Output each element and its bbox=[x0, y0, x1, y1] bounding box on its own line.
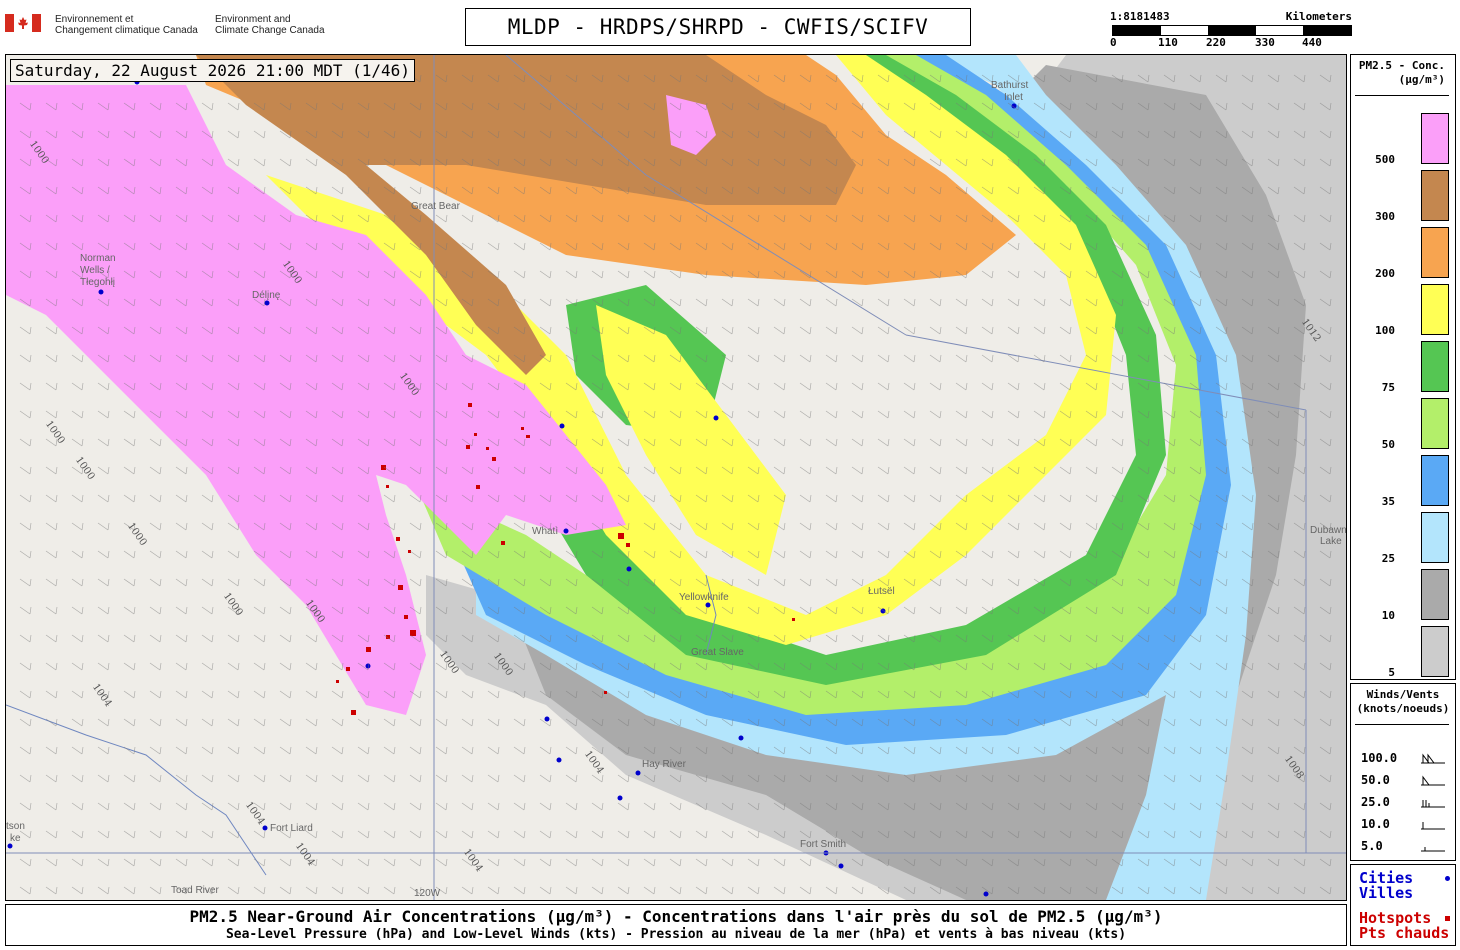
place-label: Toad River bbox=[171, 885, 219, 896]
winds-title: Winds/Vents (knots/noeuds) bbox=[1351, 688, 1455, 716]
legend-value-label: 25 bbox=[1381, 552, 1395, 565]
legend-swatch bbox=[1421, 170, 1449, 221]
legend-swatch bbox=[1421, 398, 1449, 449]
legend-title-line2: (μg/m³) bbox=[1398, 73, 1445, 86]
scale-tick: 330 bbox=[1255, 36, 1275, 49]
place-label: Łutsël bbox=[868, 586, 895, 597]
gov-fr-line1: Environnement et bbox=[55, 14, 134, 25]
winds-legend: Winds/Vents (knots/noeuds) 100.0 50.0 25… bbox=[1350, 683, 1456, 861]
gov-wordmark-en: Environment and Climate Change Canada bbox=[215, 14, 325, 36]
wind-barb-25-icon bbox=[1421, 800, 1445, 808]
place-label: Yellowknife bbox=[679, 592, 729, 603]
legend-swatch bbox=[1421, 227, 1449, 278]
hotspot-square-icon bbox=[1445, 916, 1450, 921]
wind-speed-label: 10.0 bbox=[1361, 817, 1390, 831]
wind-speed-label: 25.0 bbox=[1361, 795, 1390, 809]
place-label: Tłegohłį bbox=[80, 277, 116, 288]
legend-value-label: 5 bbox=[1388, 666, 1395, 679]
legend-swatch bbox=[1421, 455, 1449, 506]
gov-en-line1: Environment and bbox=[215, 14, 291, 25]
place-label: Lake bbox=[1320, 536, 1342, 547]
scale-bar bbox=[1112, 25, 1352, 36]
legend-swatch bbox=[1421, 512, 1449, 563]
legend-divider bbox=[1355, 95, 1449, 96]
gov-en-line2: Climate Change Canada bbox=[215, 25, 325, 36]
wind-barb-10-icon bbox=[1421, 822, 1445, 830]
legend-swatch bbox=[1421, 569, 1449, 620]
place-label: Fort Smith bbox=[800, 839, 847, 850]
wind-speed-label: 100.0 bbox=[1361, 751, 1398, 765]
scale-unit: Kilometers bbox=[1285, 10, 1352, 23]
legend-swatch bbox=[1421, 626, 1449, 677]
city-dot-icon bbox=[1445, 876, 1450, 881]
legend-title: PM2.5 - Conc. (μg/m³) bbox=[1351, 59, 1455, 87]
symbol-key: Cities Villes Hotspots Pts chauds bbox=[1350, 864, 1456, 946]
scale-tick: 0 bbox=[1110, 36, 1117, 49]
place-label: Whatì bbox=[532, 526, 559, 537]
legend-value-label: 75 bbox=[1381, 381, 1395, 394]
gov-wordmark-fr: Environnement et Changement climatique C… bbox=[55, 14, 198, 36]
legend-swatch bbox=[1421, 341, 1449, 392]
legend-value-label: 100 bbox=[1375, 324, 1395, 337]
place-label: 120W bbox=[414, 888, 441, 899]
place-label: Wells / bbox=[80, 265, 110, 276]
place-label: Great Bear bbox=[411, 201, 460, 212]
place-label: Bathurst bbox=[991, 80, 1029, 91]
valid-time-label: Saturday, 22 August 2026 21:00 MDT (1/46… bbox=[10, 59, 415, 82]
wind-speed-label: 50.0 bbox=[1361, 773, 1390, 787]
legend-value-label: 200 bbox=[1375, 267, 1395, 280]
canada-flag-icon bbox=[5, 14, 41, 32]
map-caption: PM2.5 Near-Ground Air Concentrations (μg… bbox=[5, 904, 1347, 946]
legend-value-label: 35 bbox=[1381, 495, 1395, 508]
wind-barb-50-icon bbox=[1421, 775, 1445, 786]
wind-speed-label: 5.0 bbox=[1361, 839, 1383, 853]
legend-value-label: 10 bbox=[1381, 609, 1395, 622]
cities-label-fr: Villes bbox=[1359, 884, 1414, 902]
place-label: Inlet bbox=[1004, 92, 1023, 103]
scale-bar-widget: 1:8181483 Kilometers 0 110 220 330 440 bbox=[1110, 10, 1352, 50]
legend-value-label: 500 bbox=[1375, 153, 1395, 166]
place-label: Dubawnt bbox=[1310, 525, 1347, 536]
legend-value-label: 300 bbox=[1375, 210, 1395, 223]
legend-swatch bbox=[1421, 284, 1449, 335]
winds-title-line2: (knots/noeuds) bbox=[1356, 702, 1450, 715]
legend-swatch bbox=[1421, 113, 1449, 164]
wind-barb-5-icon bbox=[1421, 847, 1445, 852]
wind-barb-100-icon bbox=[1421, 753, 1445, 764]
scale-tick: 220 bbox=[1206, 36, 1226, 49]
hotspots-label-fr: Pts chauds bbox=[1359, 924, 1450, 942]
map-canvas bbox=[6, 55, 1346, 900]
place-label: Délįnę bbox=[252, 290, 281, 301]
map-panel[interactable]: Saturday, 22 August 2026 21:00 MDT (1/46… bbox=[5, 54, 1347, 901]
legend-title-line1: PM2.5 - Conc. bbox=[1358, 59, 1445, 72]
winds-divider bbox=[1355, 724, 1449, 725]
scale-tick: 440 bbox=[1302, 36, 1322, 49]
place-label: Hay River bbox=[642, 759, 686, 770]
legend-value-label: 50 bbox=[1381, 438, 1395, 451]
winds-title-line1: Winds/Vents bbox=[1366, 688, 1440, 701]
gov-fr-line2: Changement climatique Canada bbox=[55, 25, 198, 36]
scale-tick: 110 bbox=[1158, 36, 1178, 49]
caption-line2: Sea-Level Pressure (hPa) and Low-Level W… bbox=[225, 927, 1127, 942]
place-label: ke bbox=[10, 833, 21, 844]
place-label: tson bbox=[6, 821, 25, 832]
place-label: Fort Liard bbox=[270, 823, 313, 834]
place-label: Norman bbox=[80, 253, 116, 264]
scale-ratio: 1:8181483 bbox=[1110, 10, 1170, 23]
caption-line1: PM2.5 Near-Ground Air Concentrations (μg… bbox=[189, 907, 1163, 926]
pm25-legend: PM2.5 - Conc. (μg/m³) 500 300 200 100 75 50 35… bbox=[1350, 54, 1456, 680]
product-title: MLDP - HRDPS/SHRPD - CWFIS/SCIFV bbox=[465, 8, 971, 46]
place-label: Great Slave bbox=[691, 647, 744, 658]
